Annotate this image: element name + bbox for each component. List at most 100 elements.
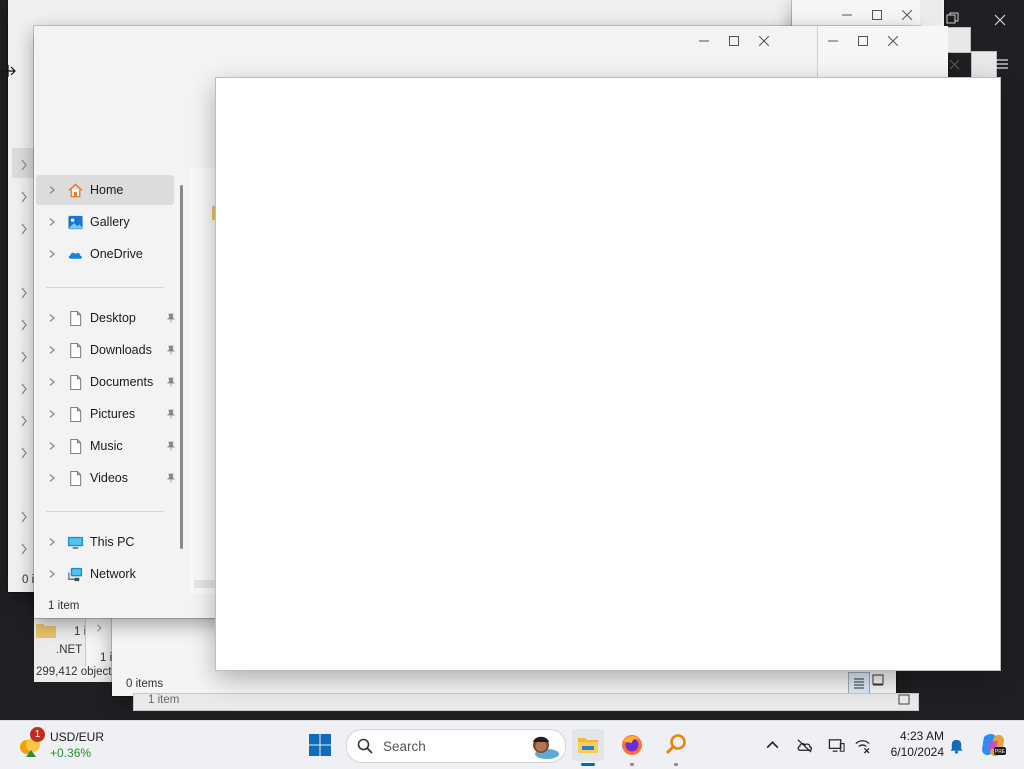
nav-label: Network (90, 567, 136, 581)
nav-label: Desktop (90, 311, 136, 325)
background-chevrons (20, 150, 30, 573)
home-icon (66, 181, 84, 199)
background-status-0: 0 i (22, 574, 35, 586)
nav-item-desktop[interactable]: Desktop (36, 303, 176, 333)
running-indicator (630, 763, 634, 766)
file-icon (66, 309, 84, 327)
running-indicator (674, 763, 678, 766)
pin-icon[interactable] (166, 312, 176, 323)
file-icon (66, 469, 84, 487)
nav-item-gallery[interactable]: Gallery (36, 207, 174, 237)
nav-item-downloads[interactable]: Downloads (36, 335, 176, 365)
close-button[interactable] (749, 26, 779, 56)
cloud-offline-icon[interactable] (794, 735, 814, 755)
chevron-right-icon[interactable] (45, 538, 59, 546)
pin-icon[interactable] (166, 344, 176, 355)
pin-icon[interactable] (166, 408, 176, 419)
monitor-icon (66, 533, 84, 551)
nav-item-onedrive[interactable]: OneDrive (36, 239, 174, 269)
onedrive-icon (66, 245, 84, 263)
pin-icon[interactable] (166, 472, 176, 483)
chevron-right-icon[interactable] (45, 186, 59, 194)
menu-icon[interactable] (996, 58, 1008, 70)
nav-item-network[interactable]: Network (36, 559, 174, 589)
notification-badge: 1 (30, 727, 45, 742)
display-icon[interactable] (826, 735, 846, 755)
background-status-1: 1 i (74, 626, 87, 638)
network-icon (66, 565, 84, 583)
taskbar-search[interactable]: Search (346, 729, 566, 763)
file-icon (66, 373, 84, 391)
folder-icon (36, 622, 56, 641)
chevron-right-icon[interactable] (45, 474, 59, 482)
clock-time: 4:23 AM (899, 729, 944, 743)
background-window-right-2 (920, 0, 942, 26)
file-icon (66, 405, 84, 423)
chevron-right-icon[interactable] (45, 442, 59, 450)
widgets-button[interactable]: 1 USD/EUR +0.36% (14, 727, 124, 763)
taskbar: 1 USD/EUR +0.36% Search 4:23 AM 6/10/202… (0, 720, 1024, 769)
search-icon (357, 738, 373, 754)
windows-logo-icon (309, 734, 331, 756)
chevron-right-icon[interactable] (45, 410, 59, 418)
resize-cursor-icon (0, 64, 16, 78)
firefox-taskbar-button[interactable] (616, 729, 648, 766)
close-button[interactable] (878, 26, 908, 56)
minimize-button[interactable] (689, 26, 719, 56)
file-explorer-taskbar-button[interactable] (572, 729, 604, 766)
nav-label: Downloads (90, 343, 152, 357)
nav-item-pictures[interactable]: Pictures (36, 399, 176, 429)
chevron-right-icon[interactable] (45, 218, 59, 226)
items-count-back: 1 item (148, 694, 180, 706)
background-window-right-4 (950, 52, 996, 78)
nav-item-music[interactable]: Music (36, 431, 176, 461)
network-disconnected-icon[interactable] (852, 735, 872, 755)
nav-scrollbar[interactable] (180, 185, 183, 549)
nav-item-documents[interactable]: Documents (36, 367, 176, 397)
bell-icon[interactable] (946, 735, 966, 755)
chevron-up-icon[interactable] (762, 735, 782, 755)
search-highlight-icon (525, 732, 559, 760)
folder-label: .NET (56, 644, 83, 656)
chevron-right-icon[interactable] (45, 570, 59, 578)
desktop-close-icon[interactable] (994, 14, 1006, 26)
nav-label: Gallery (90, 215, 130, 229)
file-icon (66, 437, 84, 455)
view-toggle-icon[interactable] (898, 694, 914, 708)
divider (46, 287, 164, 288)
start-button[interactable] (304, 729, 336, 761)
chevron-right-icon[interactable] (45, 250, 59, 258)
navigation-pane: Home Gallery OneDrive Desktop Downloads … (34, 168, 188, 592)
second-window-titlebar (818, 26, 948, 78)
background-window-right-3 (946, 28, 970, 52)
copilot-icon[interactable]: PRE (980, 733, 1006, 757)
active-indicator (581, 763, 595, 766)
background-status-2: 1 i (100, 652, 113, 664)
minimize-button[interactable] (818, 26, 848, 56)
gallery-icon (66, 213, 84, 231)
widget-change: +0.36% (50, 746, 92, 760)
divider (46, 511, 164, 512)
details-view-button[interactable] (848, 672, 870, 694)
search-app-taskbar-button[interactable] (660, 729, 692, 766)
clock[interactable]: 4:23 AM 6/10/2024 (880, 729, 944, 759)
nav-item-this-pc[interactable]: This PC (36, 527, 174, 557)
chevron-right-icon[interactable] (45, 378, 59, 386)
chevron-right-icon[interactable] (45, 314, 59, 322)
window-controls (689, 26, 779, 56)
pin-icon[interactable] (166, 440, 176, 451)
nav-label: Documents (90, 375, 154, 389)
nav-label: This PC (90, 535, 135, 549)
chevron-right-icon[interactable] (45, 346, 59, 354)
folder-icon (578, 738, 598, 753)
maximize-button[interactable] (719, 26, 749, 56)
file-icon (66, 341, 84, 359)
nav-item-videos[interactable]: Videos (36, 463, 176, 493)
maximize-button[interactable] (848, 26, 878, 56)
items-count: 0 items (126, 678, 164, 690)
pin-icon[interactable] (166, 376, 176, 387)
nav-item-home[interactable]: Home (36, 175, 174, 205)
nav-label: OneDrive (90, 247, 143, 261)
restore-icon[interactable] (946, 12, 960, 26)
tiles-view-button[interactable] (872, 674, 888, 690)
